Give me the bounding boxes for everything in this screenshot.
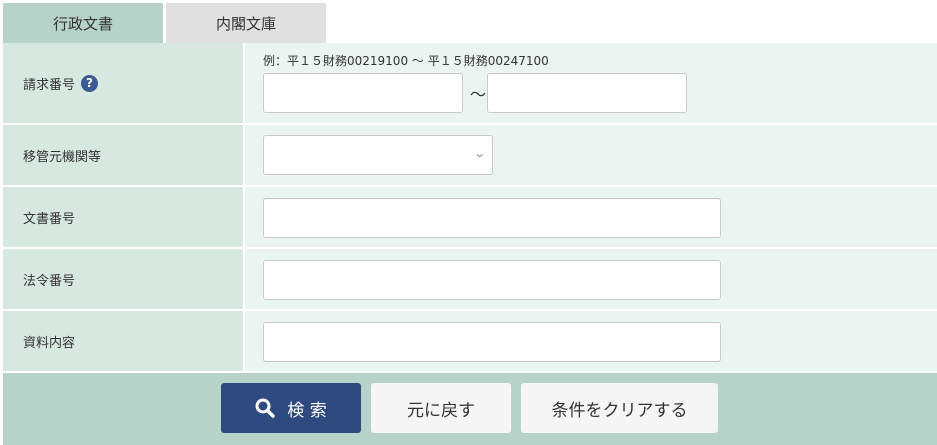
action-bar: 検 索 元に戻す 条件をクリアする: [3, 373, 937, 445]
content-field: [243, 311, 937, 371]
form-row-transfer-agency: 移管元機関等 ⌄: [3, 125, 937, 187]
request-number-field: 例：平１５財務00219100 ～ 平１５財務00247100 ～: [243, 43, 937, 123]
search-button-label: 検 索: [287, 400, 327, 421]
reset-button[interactable]: 元に戻す: [371, 383, 511, 433]
document-number-field: [243, 187, 937, 247]
request-number-to-input[interactable]: [487, 73, 687, 113]
law-number-field: [243, 249, 937, 309]
form-row-law-number: 法令番号: [3, 249, 937, 311]
range-separator: ～: [470, 85, 487, 104]
form-row-document-number: 文書番号: [3, 187, 937, 249]
tab-cabinet-library[interactable]: 内閣文庫: [166, 3, 326, 43]
chevron-down-icon: ⌄: [473, 147, 487, 160]
transfer-agency-label: 移管元機関等: [3, 125, 243, 185]
request-number-from-input[interactable]: [263, 73, 463, 113]
reset-button-label: 元に戻す: [407, 400, 475, 421]
request-number-label-text: 請求番号: [23, 77, 76, 93]
help-icon[interactable]: ?: [81, 74, 99, 92]
document-number-input[interactable]: [263, 198, 721, 238]
search-button[interactable]: 検 索: [221, 383, 361, 433]
request-number-example: 例：平１５財務00219100 ～ 平１５財務00247100: [263, 54, 549, 68]
document-number-label: 文書番号: [3, 187, 243, 247]
content-label: 資料内容: [3, 311, 243, 371]
transfer-agency-field: ⌄: [243, 125, 937, 185]
search-form: 請求番号 ? 例：平１５財務00219100 ～ 平１５財務00247100 ～…: [3, 43, 937, 373]
request-number-label: 請求番号 ?: [3, 43, 243, 123]
clear-conditions-button[interactable]: 条件をクリアする: [521, 383, 718, 433]
content-input[interactable]: [263, 322, 721, 362]
form-row-request-number: 請求番号 ? 例：平１５財務00219100 ～ 平１５財務00247100 ～: [3, 43, 937, 125]
tab-bar: 行政文書 内閣文庫: [3, 3, 326, 43]
law-number-label: 法令番号: [3, 249, 243, 309]
clear-conditions-button-label: 条件をクリアする: [551, 400, 688, 421]
law-number-input[interactable]: [263, 260, 721, 300]
search-icon: [255, 398, 276, 418]
tab-administrative-documents[interactable]: 行政文書: [3, 3, 163, 43]
form-row-content: 資料内容: [3, 311, 937, 373]
transfer-agency-select[interactable]: [263, 135, 493, 175]
